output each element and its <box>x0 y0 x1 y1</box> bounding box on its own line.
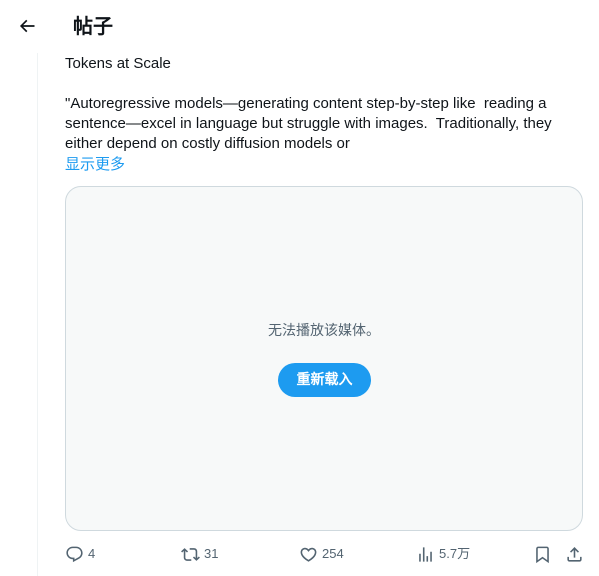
show-more-link[interactable]: 显示更多 <box>65 154 125 174</box>
reply-count: 4 <box>88 546 96 561</box>
post-title-line: Tokens at Scale <box>65 55 171 72</box>
views-button[interactable]: 5.7万 <box>416 542 470 566</box>
top-bar: 帖子 <box>0 0 599 53</box>
like-count: 254 <box>322 546 344 561</box>
arrow-left-icon <box>19 19 35 33</box>
like-button[interactable]: 254 <box>299 542 344 566</box>
page-title: 帖子 <box>73 14 113 38</box>
post-action-bar: 4 31 254 5.7万 <box>0 540 599 568</box>
post-body-text: "Autoregressive models—generating conten… <box>65 95 556 152</box>
bookmark-button[interactable] <box>533 542 552 566</box>
reply-icon <box>66 546 83 562</box>
reply-button[interactable]: 4 <box>65 542 95 566</box>
media-error-message: 无法播放该媒体。 <box>268 323 380 339</box>
back-button[interactable] <box>10 9 44 43</box>
share-button[interactable] <box>565 542 584 566</box>
views-count: 5.7万 <box>439 546 471 561</box>
analytics-icon <box>419 546 432 562</box>
repost-icon <box>181 547 200 561</box>
heart-icon <box>300 547 317 562</box>
media-container[interactable]: 无法播放该媒体。 重新载入 <box>65 186 583 531</box>
repost-button[interactable]: 31 <box>181 542 218 566</box>
bookmark-icon <box>536 546 549 563</box>
reload-button[interactable]: 重新载入 <box>278 363 371 397</box>
thread-divider <box>37 53 38 576</box>
share-icon <box>567 546 582 562</box>
repost-count: 31 <box>204 546 219 561</box>
